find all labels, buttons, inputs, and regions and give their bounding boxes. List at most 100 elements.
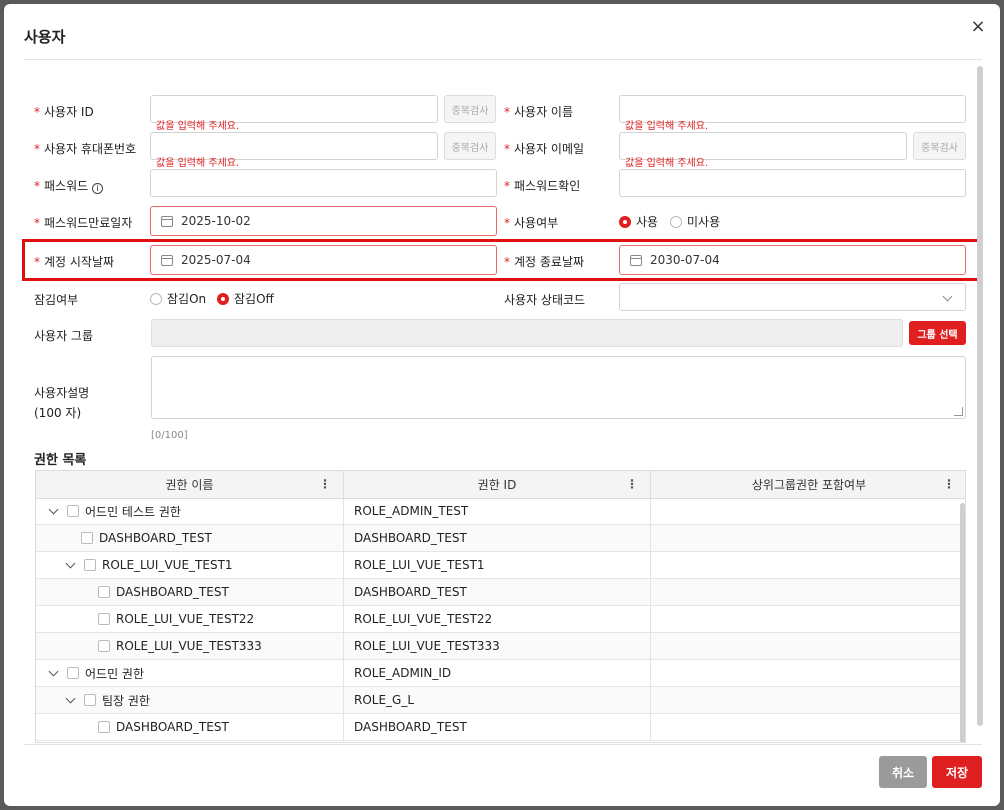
- row-id-cell: ROLE_G_L: [344, 687, 651, 713]
- user-dialog: 사용자 × * 사용자 ID 값을 입력해 주세요. 중복검사 * 사용자 이름 값…: [4, 4, 1000, 806]
- row-name-cell: DASHBOARD_TEST: [36, 579, 344, 605]
- row-name: ROLE_LUI_VUE_TEST22: [116, 612, 255, 626]
- email-dup-check-button[interactable]: 중복검사: [913, 132, 966, 160]
- expand-chevron-icon[interactable]: [65, 558, 76, 568]
- required-mark: *: [34, 142, 40, 156]
- expand-chevron-icon[interactable]: [48, 666, 59, 676]
- expand-chevron-icon[interactable]: [48, 504, 59, 514]
- calendar-icon: [161, 254, 173, 266]
- row-name: 팀장 권한: [102, 693, 150, 708]
- expand-chevron-icon[interactable]: [65, 693, 76, 703]
- table-row[interactable]: ROLE_LUI_VUE_TEST333 ROLE_LUI_VUE_TEST33…: [36, 633, 965, 660]
- user-name-label-text: 사용자 이름: [514, 105, 574, 119]
- password-confirm-label-text: 패스워드확인: [514, 179, 581, 193]
- user-name-label: * 사용자 이름: [504, 103, 573, 120]
- row-checkbox[interactable]: [98, 640, 110, 652]
- group-select-button[interactable]: 그룹 선택: [909, 321, 966, 345]
- row-id-cell: DASHBOARD_TEST: [344, 714, 651, 740]
- row-id-cell: ROLE_ADMIN_TEST: [344, 498, 651, 524]
- end-date-input[interactable]: 2030-07-04: [619, 245, 966, 275]
- required-mark: *: [504, 179, 510, 193]
- column-menu-icon[interactable]: ⋮: [626, 477, 638, 491]
- use-on-label: 사용: [636, 215, 659, 229]
- column-menu-icon[interactable]: ⋮: [319, 477, 331, 491]
- required-mark: *: [34, 105, 40, 119]
- dialog-scrollbar[interactable]: [977, 66, 983, 726]
- user-id-error: 값을 입력해 주세요.: [156, 121, 240, 132]
- col-id-text: 권한 ID: [477, 478, 517, 492]
- row-checkbox[interactable]: [81, 532, 93, 544]
- dialog-body: * 사용자 ID 값을 입력해 주세요. 중복검사 * 사용자 이름 값을 입력해 …: [4, 60, 1000, 743]
- desc-counter: [0/100]: [151, 430, 188, 441]
- close-icon[interactable]: ×: [966, 14, 990, 38]
- calendar-icon: [161, 215, 173, 227]
- column-menu-icon[interactable]: ⋮: [943, 477, 955, 491]
- row-id-cell: DASHBOARD_TEST: [344, 579, 651, 605]
- row-checkbox[interactable]: [98, 721, 110, 733]
- lock-off-radio[interactable]: 잠김Off: [217, 290, 274, 307]
- end-date-label: * 계정 종료날짜: [504, 253, 584, 270]
- start-date-label: * 계정 시작날짜: [34, 253, 114, 270]
- table-row[interactable]: 팀장 권한 ROLE_G_L: [36, 687, 965, 714]
- table-row[interactable]: ROLE_LUI_VUE_TEST22 ROLE_LUI_VUE_TEST22: [36, 606, 965, 633]
- use-on-radio[interactable]: 사용: [619, 213, 658, 230]
- info-icon[interactable]: i: [92, 183, 104, 194]
- phone-dup-check-button[interactable]: 중복검사: [444, 132, 496, 160]
- row-name-cell: ROLE_LUI_VUE_TEST1: [36, 552, 344, 578]
- table-row[interactable]: ROLE_LUI_VUE_TEST1 ROLE_LUI_VUE_TEST1: [36, 552, 965, 579]
- start-date-input[interactable]: 2025-07-04: [150, 245, 497, 275]
- required-mark: *: [504, 255, 510, 269]
- status-select[interactable]: [619, 283, 966, 311]
- table-row[interactable]: 어드민 테스트 권한 ROLE_ADMIN_TEST: [36, 498, 965, 525]
- required-mark: *: [34, 179, 40, 193]
- cancel-button[interactable]: 취소: [879, 756, 927, 788]
- user-id-label: * 사용자 ID: [34, 103, 94, 120]
- required-mark: *: [504, 216, 510, 230]
- use-off-radio[interactable]: 미사용: [670, 213, 720, 230]
- row-checkbox[interactable]: [84, 559, 96, 571]
- col-header-id[interactable]: 권한 ID ⋮: [344, 471, 651, 498]
- use-label-text: 사용여부: [514, 216, 559, 230]
- col-header-name[interactable]: 권한 이름 ⋮: [36, 471, 344, 498]
- password-label: * 패스워드 i: [34, 177, 104, 194]
- pw-expiry-date-input[interactable]: 2025-10-02: [150, 206, 497, 236]
- pw-expiry-label: * 패스워드만료일자: [34, 214, 132, 231]
- desc-textarea[interactable]: [151, 356, 966, 419]
- row-id-cell: ROLE_LUI_VUE_TEST1: [344, 552, 651, 578]
- lock-on-radio[interactable]: 잠김On: [150, 290, 206, 307]
- row-name: ROLE_LUI_VUE_TEST1: [102, 558, 233, 572]
- row-checkbox[interactable]: [67, 667, 79, 679]
- radio-selected-icon: [619, 215, 631, 228]
- save-button[interactable]: 저장: [932, 756, 982, 788]
- table-row[interactable]: 어드민 권한 ROLE_ADMIN_ID: [36, 660, 965, 687]
- row-name: DASHBOARD_TEST: [99, 531, 212, 545]
- group-label: 사용자 그룹: [34, 329, 94, 343]
- row-name: ROLE_LUI_VUE_TEST333: [116, 639, 262, 653]
- dialog-title: 사용자: [24, 28, 66, 46]
- row-id-cell: ROLE_ADMIN_ID: [344, 660, 651, 686]
- radio-icon: [670, 215, 682, 228]
- table-row[interactable]: DASHBOARD_TEST DASHBOARD_TEST: [36, 579, 965, 606]
- email-label: * 사용자 이메일: [504, 140, 584, 157]
- desc-limit-label: (100 자): [34, 406, 82, 420]
- lock-label: 잠김여부: [34, 293, 79, 307]
- lock-off-label: 잠김Off: [234, 292, 274, 306]
- table-row[interactable]: DASHBOARD_TEST DASHBOARD_TEST: [36, 714, 965, 741]
- user-id-dup-check-button[interactable]: 중복검사: [444, 95, 496, 123]
- phone-label-text: 사용자 휴대폰번호: [44, 142, 137, 156]
- row-name-cell: ROLE_LUI_VUE_TEST333: [36, 633, 344, 659]
- password-input[interactable]: [150, 169, 497, 197]
- row-checkbox[interactable]: [67, 505, 79, 517]
- col-header-include[interactable]: 상위그룹권한 포함여부 ⋮: [651, 471, 965, 498]
- grid-scrollbar[interactable]: [960, 503, 965, 742]
- start-date-label-text: 계정 시작날짜: [44, 255, 115, 269]
- password-confirm-input[interactable]: [619, 169, 966, 197]
- row-checkbox[interactable]: [98, 613, 110, 625]
- table-row[interactable]: DASHBOARD_TEST DASHBOARD_TEST: [36, 525, 965, 552]
- perm-grid: 권한 이름 ⋮ 권한 ID ⋮ 상위그룹권한 포함여부 ⋮ 어드민 테스트 권한 RO…: [35, 470, 966, 743]
- row-checkbox[interactable]: [98, 586, 110, 598]
- phone-error: 값을 입력해 주세요.: [156, 158, 240, 169]
- row-name-cell: 어드민 테스트 권한: [36, 498, 344, 524]
- row-checkbox[interactable]: [84, 694, 96, 706]
- resize-grip-icon[interactable]: [954, 407, 963, 416]
